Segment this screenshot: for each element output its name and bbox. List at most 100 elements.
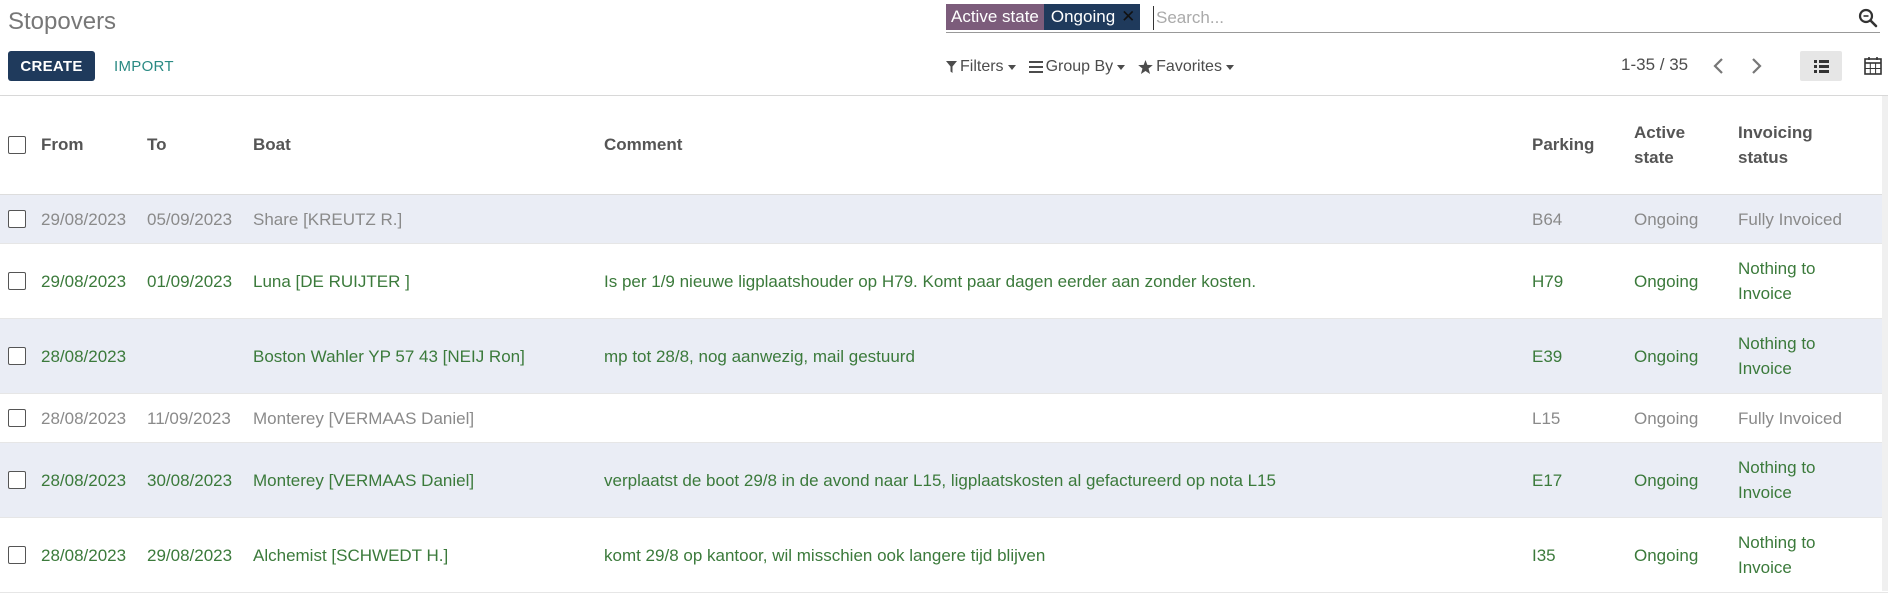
search-bar: Active state Ongoing ✕ [946, 4, 1880, 33]
row-checkbox[interactable] [8, 210, 26, 228]
cell-to: 30/08/2023 [147, 470, 233, 490]
list-view-button[interactable] [1800, 51, 1842, 81]
cell-parking: B64 [1532, 209, 1563, 229]
cell-invoicing-line1: Nothing to [1738, 259, 1816, 278]
cell-boat: Boston Wahler YP 57 43 [NEIJ Ron] [253, 346, 525, 366]
cell-parking: H79 [1532, 271, 1564, 291]
cell-boat: Monterey [VERMAAS Daniel] [253, 470, 475, 490]
filters-dropdown[interactable]: Filters [946, 58, 1016, 76]
column-header-invoicing-line2: status [1738, 148, 1789, 167]
import-button[interactable]: IMPORT [104, 51, 184, 81]
cell-invoicing-line2: Invoice [1738, 483, 1792, 502]
cell-invoicing-line1: Nothing to [1738, 533, 1816, 552]
cell-active-state: Ongoing [1634, 209, 1699, 229]
cell-parking: I35 [1532, 545, 1556, 565]
chevron-down-icon [1225, 64, 1234, 70]
row-checkbox[interactable] [8, 409, 26, 427]
cell-comment: verplaatst de boot 29/8 in de avond naar… [604, 470, 1276, 490]
table-row[interactable]: 28/08/2023 30/08/2023 Monterey [VERMAAS Da… [0, 443, 1888, 518]
cell-from: 29/08/2023 [41, 271, 127, 291]
cell-comment: mp tot 28/8, nog aanwezig, mail gestuurd [604, 346, 915, 366]
table-body: 29/08/2023 05/09/2023 Share [KREUTZ R.] B64… [0, 195, 1888, 593]
filters-label: Filters [960, 58, 1004, 75]
create-button[interactable]: CREATE [8, 51, 95, 81]
table-row[interactable]: 28/08/2023 Boston Wahler YP 57 43 [NEIJ R… [0, 319, 1888, 394]
cell-from: 28/08/2023 [41, 545, 127, 565]
cell-from: 28/08/2023 [41, 408, 127, 428]
stopovers-table: From To Boat Comment Parking Active stat… [0, 96, 1888, 593]
table-header: From To Boat Comment Parking Active stat… [0, 96, 1888, 195]
row-checkbox[interactable] [8, 471, 26, 489]
cell-invoicing-line1: Nothing to [1738, 458, 1816, 477]
row-checkbox[interactable] [8, 546, 26, 564]
column-header-parking[interactable]: Parking [1532, 132, 1594, 157]
table-row[interactable]: 28/08/2023 29/08/2023 Alchemist [SCHWEDT H… [0, 518, 1888, 593]
select-all-checkbox[interactable] [8, 136, 26, 154]
column-header-comment[interactable]: Comment [604, 132, 682, 157]
cell-from: 28/08/2023 [41, 346, 127, 366]
favorites-label: Favorites [1156, 58, 1222, 75]
cell-to: 29/08/2023 [147, 545, 233, 565]
cell-parking: L15 [1532, 408, 1561, 428]
chevron-down-icon [1007, 64, 1016, 70]
calendar-icon [1864, 57, 1882, 75]
facet-value-label: Ongoing [1050, 7, 1116, 26]
column-header-invoicing-status[interactable]: Invoicing status [1738, 120, 1813, 170]
scrollbar[interactable] [1882, 96, 1888, 591]
chevron-left-icon[interactable] [1709, 55, 1729, 77]
cell-invoicing-status: Nothing to Invoice [1738, 455, 1816, 505]
facet-name: Active state [946, 4, 1044, 30]
search-facet: Active state Ongoing ✕ [946, 4, 1141, 30]
search-options: Filters Group By Favorites [946, 56, 1247, 78]
cell-boat: Monterey [VERMAAS Daniel] [253, 408, 475, 428]
cell-active-state: Ongoing [1634, 271, 1699, 291]
filter-icon [946, 61, 957, 73]
groupby-dropdown[interactable]: Group By [1028, 58, 1126, 76]
column-header-active-state-line1: Active [1634, 123, 1686, 142]
cell-from: 29/08/2023 [41, 209, 127, 229]
cell-to: 01/09/2023 [147, 271, 233, 291]
groupby-label: Group By [1045, 58, 1114, 75]
column-header-active-state[interactable]: Active state [1634, 120, 1685, 170]
cell-to: 11/09/2023 [147, 408, 231, 428]
facet-value: Ongoing ✕ [1043, 4, 1141, 30]
cell-active-state: Ongoing [1634, 346, 1699, 366]
chevron-right-icon[interactable] [1746, 55, 1766, 77]
column-header-boat[interactable]: Boat [253, 132, 291, 157]
cell-parking: E39 [1532, 346, 1563, 366]
table-row[interactable]: 29/08/2023 01/09/2023 Luna [DE RUIJTER ] Is… [0, 244, 1888, 319]
favorites-dropdown[interactable]: Favorites [1138, 58, 1234, 76]
row-checkbox[interactable] [8, 347, 26, 365]
cell-invoicing-line2: Invoice [1738, 558, 1792, 577]
column-header-from[interactable]: From [41, 132, 84, 157]
table-row[interactable]: 29/08/2023 05/09/2023 Share [KREUTZ R.] B64… [0, 195, 1888, 244]
cell-active-state: Ongoing [1634, 470, 1699, 490]
column-header-invoicing-line1: Invoicing [1738, 123, 1813, 142]
cell-parking: E17 [1532, 470, 1563, 490]
row-checkbox[interactable] [8, 272, 26, 290]
cell-invoicing-line1: Nothing to [1738, 334, 1816, 353]
cell-invoicing-status: Nothing to Invoice [1738, 256, 1816, 306]
cell-active-state: Ongoing [1634, 408, 1699, 428]
cell-invoicing-line2: Invoice [1738, 284, 1792, 303]
chevron-down-icon [1117, 64, 1126, 70]
cell-active-state: Ongoing [1634, 545, 1699, 565]
star-icon [1138, 60, 1153, 74]
pager-value[interactable]: 1-35 / 35 [1621, 55, 1688, 75]
cell-invoicing-status: Fully Invoiced [1738, 408, 1842, 428]
cell-comment: Is per 1/9 nieuwe ligplaatshouder op H79… [604, 271, 1257, 291]
facet-close-icon[interactable]: ✕ [1121, 4, 1135, 30]
cell-comment: komt 29/8 op kantoor, wil misschien ook … [604, 545, 1046, 565]
column-header-to[interactable]: To [147, 132, 167, 157]
cell-invoicing-line2: Invoice [1738, 359, 1792, 378]
calendar-view-button[interactable] [1852, 51, 1888, 81]
list-icon [1814, 60, 1829, 73]
page-title: Stopovers [8, 8, 117, 35]
search-icon[interactable] [1858, 8, 1878, 28]
list-bars-icon [1028, 61, 1043, 73]
column-header-active-state-line2: state [1634, 148, 1674, 167]
cell-boat: Share [KREUTZ R.] [253, 209, 403, 229]
cell-invoicing-status: Fully Invoiced [1738, 209, 1842, 229]
search-input[interactable] [1153, 6, 1798, 30]
table-row[interactable]: 28/08/2023 11/09/2023 Monterey [VERMAAS Da… [0, 394, 1888, 443]
